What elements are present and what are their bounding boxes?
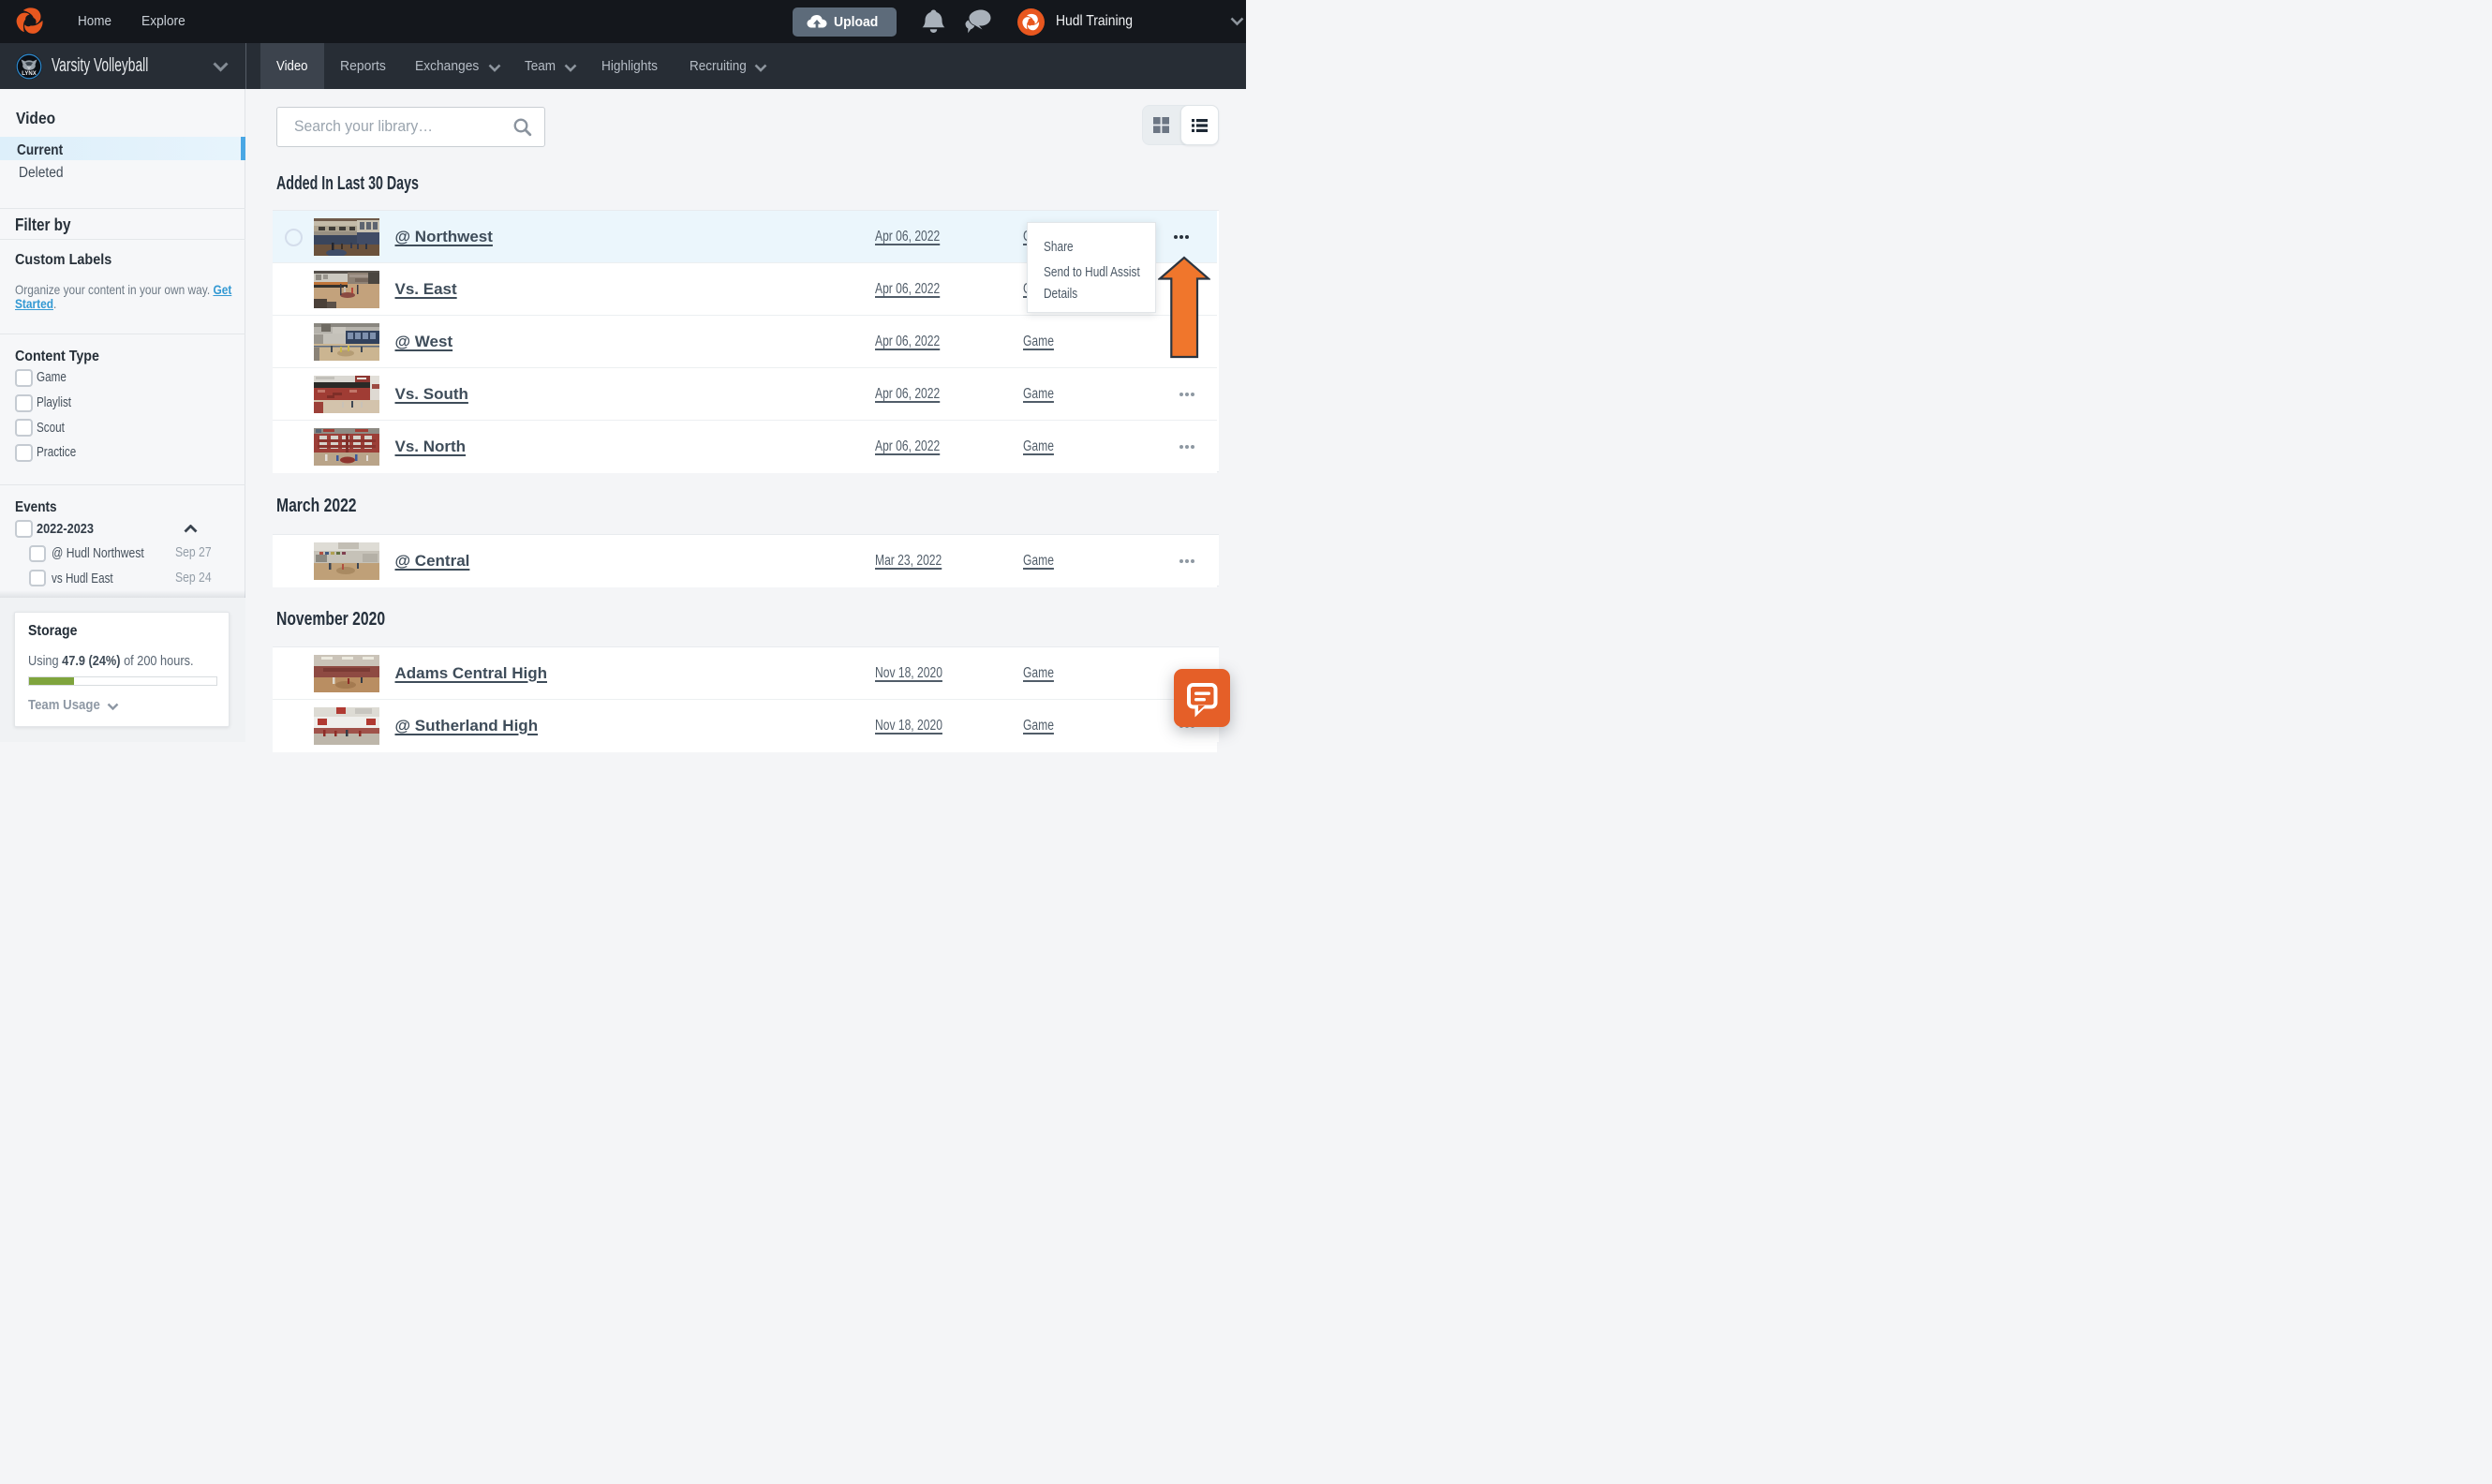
svg-text:LYNX: LYNX — [22, 71, 36, 77]
